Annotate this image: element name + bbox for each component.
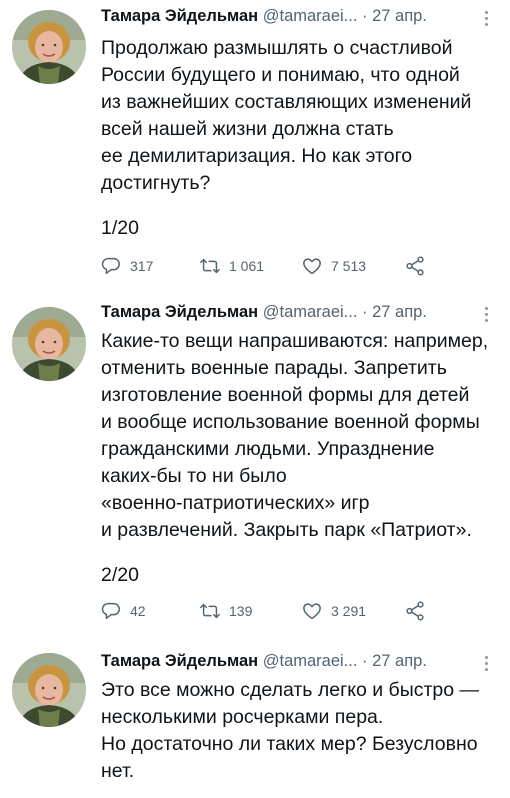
text-line: Какие-то вещи напрашиваются: например, (101, 330, 489, 352)
like-button[interactable]: 7 513 (301, 253, 366, 279)
retweet-icon (200, 258, 220, 274)
tweet-header: Тамара Эйдельман @tamaraei... · 27 апр. (101, 303, 427, 329)
more-options-icon[interactable] (479, 653, 493, 675)
text-line: всей нашей жизни должна стать (101, 118, 394, 140)
text-line: отменить военные парады. Запретить (101, 357, 447, 379)
text-line: Но достаточно ли таких мер? Безусловно (101, 733, 478, 755)
more-options-icon[interactable] (479, 8, 493, 30)
author-handle[interactable]: @tamaraei... (263, 652, 358, 670)
author-handle[interactable]: @tamaraei... (263, 7, 358, 25)
text-line: ее демилитаризация. Но как этого (101, 145, 413, 167)
text-line: гражданскими людьми. Упразднение (101, 438, 435, 460)
author-name[interactable]: Тамара Эйдельман (101, 652, 258, 670)
reply-icon (101, 602, 120, 620)
retweet-button[interactable]: 139 (199, 598, 252, 624)
avatar-photo (12, 653, 86, 727)
text-line: «военно-патриотических» игр (101, 492, 370, 514)
avatar[interactable] (12, 307, 86, 381)
text-line: из важнейших составляющих изменений (101, 91, 472, 113)
like-count: 3 291 (331, 603, 367, 619)
separator-dot: · (362, 7, 368, 25)
heart-icon (303, 258, 321, 275)
more-options-icon[interactable] (479, 304, 493, 326)
retweet-icon (200, 603, 220, 619)
tweet-text: Какие-то вещи напрашиваются: например, о… (101, 328, 496, 544)
tweet-date[interactable]: 27 апр. (372, 7, 427, 25)
tweet-header: Тамара Эйдельман @tamaraei... · 27 апр. (101, 652, 427, 678)
author-handle[interactable]: @tamaraei... (263, 303, 358, 321)
author-name[interactable]: Тамара Эйдельман (101, 7, 258, 25)
separator-dot: · (362, 652, 368, 670)
text-line: несколькими росчерками пера. (101, 706, 384, 728)
reply-icon (101, 257, 120, 275)
tweet[interactable]: Тамара Эйдельман @tamaraei... · 27 апр. … (0, 290, 510, 640)
reply-count: 42 (130, 603, 146, 619)
text-line: и развлечений. Закрыть парк «Патриот». (101, 519, 472, 541)
tweet-date[interactable]: 27 апр. (372, 652, 427, 670)
text-line: Это все можно сделать легко и быстро — (101, 679, 480, 701)
share-icon (406, 601, 424, 621)
tweet-date[interactable]: 27 апр. (372, 303, 427, 321)
action-bar: 317 1 061 7 513 (100, 253, 430, 279)
thread-counter: 1/20 (101, 217, 139, 239)
share-icon (406, 256, 424, 276)
text-line: нет. (101, 760, 135, 782)
avatar[interactable] (12, 10, 86, 84)
text-line: достигнуть? (101, 172, 211, 194)
tweet-text: Продолжаю размышлять о счастливой России… (101, 35, 496, 197)
text-line: каких-бы то ни было (101, 465, 287, 487)
share-button[interactable] (404, 598, 434, 624)
retweet-count: 139 (229, 603, 253, 619)
avatar[interactable] (12, 653, 86, 727)
thread-counter: 2/20 (101, 564, 139, 586)
avatar-photo (12, 307, 86, 381)
text-line: Продолжаю размышлять о счастливой (101, 37, 453, 59)
avatar-photo (12, 10, 86, 84)
action-bar: 42 139 3 291 (100, 598, 430, 624)
text-line: изготовление военной формы для детей (101, 384, 470, 406)
separator-dot: · (362, 303, 368, 321)
text-line: и вообще использование военной формы (101, 411, 480, 433)
author-name[interactable]: Тамара Эйдельман (101, 303, 258, 321)
tweet-text: Это все можно сделать легко и быстро — н… (101, 677, 496, 785)
text-line: России будущего и понимаю, что одной (101, 64, 460, 86)
tweet[interactable]: Тамара Эйдельман @tamaraei... · 27 апр. … (0, 640, 510, 798)
reply-button[interactable]: 42 (100, 598, 146, 624)
share-button[interactable] (404, 253, 434, 279)
retweet-button[interactable]: 1 061 (199, 253, 264, 279)
tweet[interactable]: Тамара Эйдельман @tamaraei... · 27 апр. … (0, 0, 510, 290)
retweet-count: 1 061 (229, 258, 265, 274)
reply-button[interactable]: 317 (100, 253, 153, 279)
like-button[interactable]: 3 291 (301, 598, 366, 624)
reply-count: 317 (130, 258, 154, 274)
heart-icon (303, 603, 321, 620)
like-count: 7 513 (331, 258, 367, 274)
tweet-header: Тамара Эйдельман @tamaraei... · 27 апр. (101, 7, 427, 33)
